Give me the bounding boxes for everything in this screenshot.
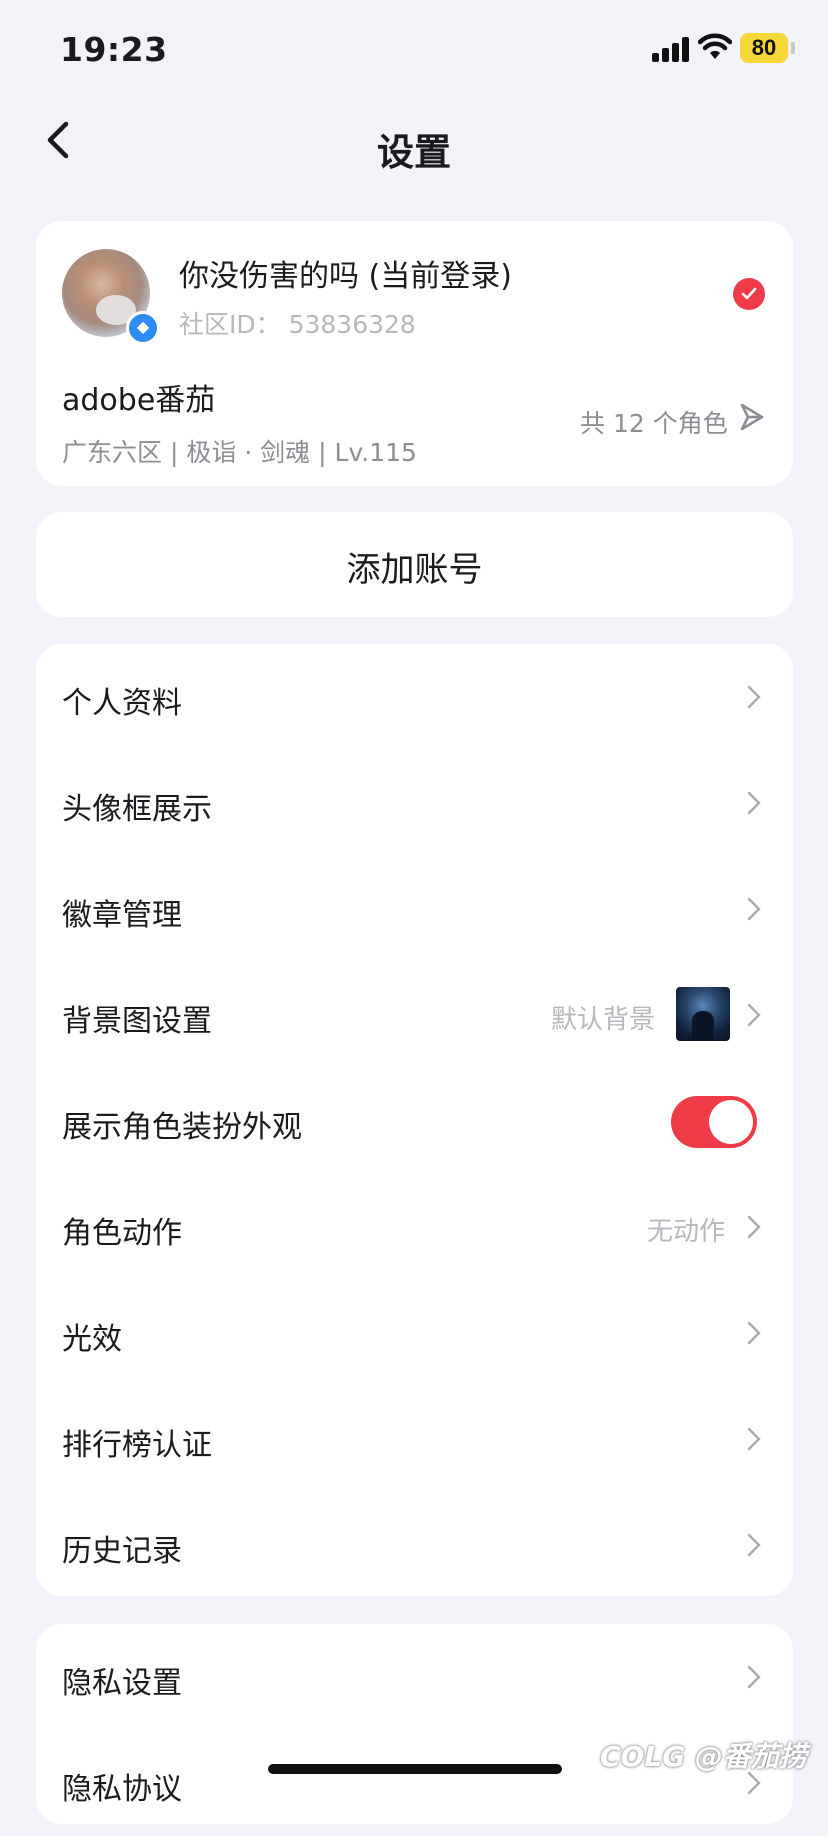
row-background[interactable]: 背景图设置 默认背景 bbox=[36, 962, 793, 1068]
row-label: 背景图设置 bbox=[62, 1004, 212, 1039]
role-info: 广东六区 | 极诣 · 剑魂 | Lv.115 bbox=[62, 438, 417, 467]
chevron-right-icon bbox=[747, 1003, 761, 1027]
account-name: 你没伤害的吗 (当前登录) bbox=[179, 259, 512, 294]
row-light-effect[interactable]: 光效 bbox=[36, 1280, 793, 1386]
show-outfit-toggle[interactable] bbox=[671, 1096, 757, 1148]
row-profile[interactable]: 个人资料 bbox=[36, 644, 793, 750]
row-role-action[interactable]: 角色动作 无动作 bbox=[36, 1174, 793, 1280]
chevron-right-icon bbox=[747, 1533, 761, 1557]
chevron-right-icon bbox=[747, 897, 761, 921]
signal-icon bbox=[652, 36, 692, 62]
chevron-right-icon bbox=[747, 1665, 761, 1689]
row-label: 隐私设置 bbox=[62, 1666, 182, 1701]
row-label: 徽章管理 bbox=[62, 898, 182, 933]
nav-bar: 设置 bbox=[0, 96, 828, 196]
background-thumbnail bbox=[676, 987, 730, 1041]
row-label: 个人资料 bbox=[62, 686, 182, 721]
row-label: 展示角色装扮外观 bbox=[62, 1110, 302, 1145]
toggle-knob bbox=[709, 1100, 753, 1144]
row-label: 角色动作 bbox=[62, 1216, 182, 1251]
check-icon bbox=[733, 278, 765, 310]
add-account-label: 添加账号 bbox=[346, 550, 483, 590]
status-bar: 19:23 80 bbox=[0, 0, 828, 96]
row-history[interactable]: 历史记录 bbox=[36, 1492, 793, 1598]
page-title: 设置 bbox=[377, 131, 451, 174]
row-privacy-settings[interactable]: 隐私设置 bbox=[36, 1624, 793, 1730]
account-card[interactable]: ◆ 你没伤害的吗 (当前登录) 社区ID： 53836328 adobe番茄 广… bbox=[36, 221, 793, 486]
row-ranking-auth[interactable]: 排行榜认证 bbox=[36, 1386, 793, 1492]
chevron-right-icon bbox=[747, 1321, 761, 1345]
row-label: 隐私协议 bbox=[62, 1772, 182, 1807]
role-name: adobe番茄 bbox=[62, 383, 216, 418]
add-account-button[interactable]: 添加账号 bbox=[36, 512, 793, 617]
role-count[interactable]: 共 12 个角色 bbox=[580, 404, 728, 440]
row-avatar-frame[interactable]: 头像框展示 bbox=[36, 750, 793, 856]
row-value: 默认背景 bbox=[551, 1005, 656, 1035]
chevron-right-icon bbox=[747, 791, 761, 815]
chevron-right-icon bbox=[747, 1215, 761, 1239]
chevron-right-icon bbox=[747, 685, 761, 709]
battery-tip bbox=[791, 42, 795, 54]
row-label: 历史记录 bbox=[62, 1534, 182, 1569]
switch-role-icon[interactable] bbox=[736, 401, 768, 433]
row-label: 头像框展示 bbox=[62, 792, 212, 827]
qq-icon: ◆ bbox=[126, 311, 160, 345]
status-time: 19:23 bbox=[60, 30, 168, 69]
community-id: 社区ID： 53836328 bbox=[179, 310, 416, 339]
row-label: 排行榜认证 bbox=[62, 1428, 212, 1463]
row-show-outfit: 展示角色装扮外观 bbox=[36, 1068, 793, 1174]
watermark: COLG @番茄捞 bbox=[600, 1740, 807, 1773]
wifi-icon bbox=[698, 33, 732, 59]
battery-icon: 80 bbox=[740, 33, 788, 63]
row-value: 无动作 bbox=[647, 1217, 726, 1247]
privacy-list: 隐私设置 隐私协议 bbox=[36, 1624, 793, 1824]
home-indicator[interactable] bbox=[268, 1764, 562, 1774]
chevron-right-icon bbox=[747, 1427, 761, 1451]
row-badges[interactable]: 徽章管理 bbox=[36, 856, 793, 962]
settings-list: 个人资料 头像框展示 徽章管理 背景图设置 默认背景 展示角色装扮外观 角色动作… bbox=[36, 644, 793, 1596]
row-label: 光效 bbox=[62, 1322, 122, 1357]
